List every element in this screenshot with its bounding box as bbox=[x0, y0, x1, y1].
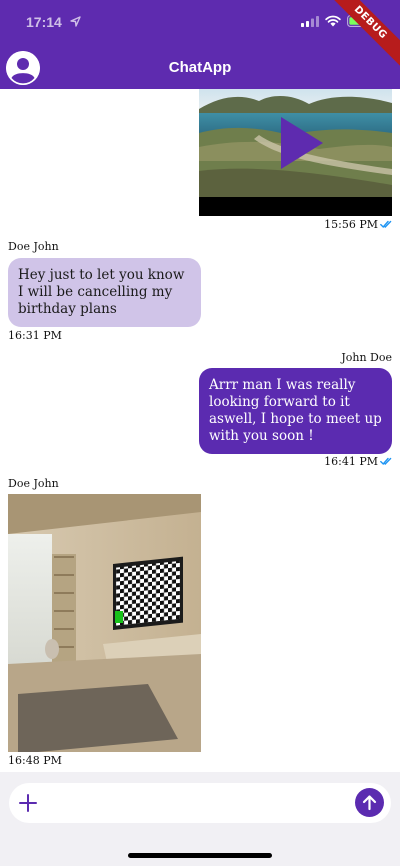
signal-icon bbox=[301, 15, 319, 27]
home-indicator[interactable] bbox=[128, 853, 272, 858]
image-message[interactable] bbox=[8, 494, 201, 752]
image-thumbnail bbox=[8, 494, 201, 752]
message-time: 16:41 PM bbox=[324, 455, 378, 468]
message-text: Hey just to let you know I will be cance… bbox=[18, 267, 185, 317]
message-input[interactable] bbox=[9, 783, 391, 823]
location-arrow-icon bbox=[70, 16, 81, 27]
message-meta: 16:48 PM bbox=[8, 754, 62, 767]
message-text: Arrr man I was really looking forward to… bbox=[209, 377, 382, 444]
add-icon[interactable] bbox=[17, 792, 39, 814]
incoming-message-bubble[interactable]: Hey just to let you know I will be cance… bbox=[8, 258, 201, 327]
outgoing-message-bubble[interactable]: Arrr man I was really looking forward to… bbox=[199, 368, 392, 454]
video-thumbnail bbox=[199, 89, 392, 216]
double-check-icon bbox=[380, 457, 392, 466]
message-time: 16:31 PM bbox=[8, 329, 62, 342]
wifi-icon bbox=[325, 15, 341, 27]
status-time: 17:14 bbox=[26, 14, 62, 30]
send-button[interactable] bbox=[355, 788, 384, 817]
message-meta: 16:41 PM bbox=[324, 455, 392, 468]
message-sender: John Doe bbox=[341, 351, 392, 364]
message-sender: Doe John bbox=[8, 240, 59, 253]
message-sender: Doe John bbox=[8, 477, 59, 490]
message-meta: 16:31 PM bbox=[8, 329, 62, 342]
double-check-icon bbox=[380, 220, 392, 229]
app-bar: 17:14 DEBUG ChatApp bbox=[0, 0, 400, 89]
page-title: ChatApp bbox=[168, 59, 232, 76]
message-time: 15:56 PM bbox=[324, 218, 378, 231]
video-message[interactable] bbox=[199, 89, 392, 216]
message-time: 16:48 PM bbox=[8, 754, 62, 767]
arrow-up-icon bbox=[362, 795, 377, 811]
message-meta: 15:56 PM bbox=[324, 218, 392, 231]
